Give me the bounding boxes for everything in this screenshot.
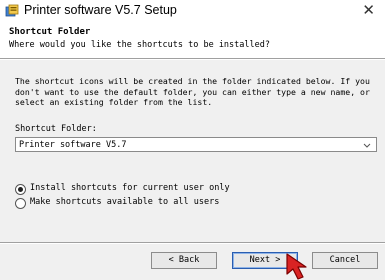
footer-divider: [0, 242, 385, 244]
shortcut-folder-label: Shortcut Folder:: [15, 124, 97, 134]
shortcut-folder-combobox[interactable]: Printer software V5.7: [15, 137, 377, 152]
radio-button-unselected[interactable]: [15, 198, 26, 209]
description-line: The shortcut icons will be created in th…: [15, 76, 370, 86]
description-line: select an existing folder from the list.: [15, 97, 213, 107]
radio-all-users-label: Make shortcuts available to all users: [30, 197, 220, 207]
header-divider: [0, 58, 385, 60]
setup-wizard-window: Printer software V5.7 Setup ✕ Shortcut F…: [0, 0, 385, 280]
radio-current-user[interactable]: Install shortcuts for current user only: [15, 183, 315, 196]
chevron-down-icon[interactable]: [362, 139, 372, 152]
back-button[interactable]: < Back: [151, 252, 217, 269]
installer-icon: [5, 4, 19, 17]
title-bar[interactable]: Printer software V5.7 Setup ✕: [0, 0, 385, 22]
radio-button-selected[interactable]: [15, 184, 26, 195]
radio-current-user-label: Install shortcuts for current user only: [30, 183, 230, 193]
wizard-header: Shortcut Folder Where would you like the…: [0, 22, 385, 58]
shortcut-folder-value: Printer software V5.7: [19, 140, 127, 150]
page-title: Shortcut Folder: [9, 27, 91, 37]
mouse-pointer-icon: [286, 253, 307, 280]
description-line: don't want to use the default folder, yo…: [15, 86, 370, 97]
close-icon[interactable]: ✕: [362, 1, 375, 19]
page-subtitle: Where would you like the shortcuts to be…: [9, 40, 270, 50]
cancel-button[interactable]: Cancel: [312, 252, 378, 269]
description-text: The shortcut icons will be created in th…: [15, 76, 375, 108]
radio-dot: [18, 187, 23, 192]
radio-all-users[interactable]: Make shortcuts available to all users: [15, 197, 315, 210]
window-title: Printer software V5.7 Setup: [24, 3, 177, 17]
